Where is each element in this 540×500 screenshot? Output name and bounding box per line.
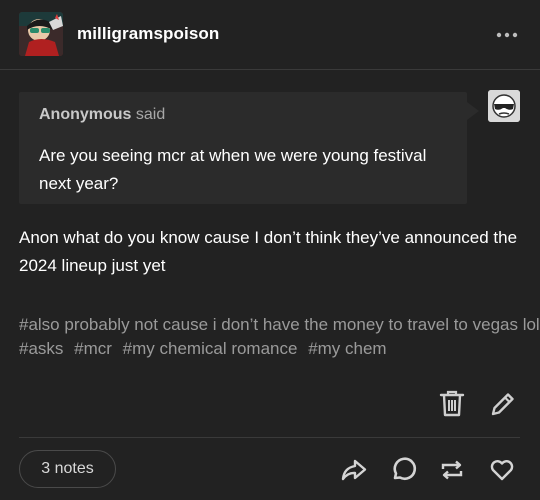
notes-button[interactable]: 3 notes	[19, 450, 116, 488]
footer-divider	[19, 437, 520, 438]
asker-said: said	[135, 106, 166, 123]
post-header: milligramspoison	[0, 0, 540, 70]
pencil-icon	[491, 393, 514, 416]
delete-button[interactable]	[438, 389, 466, 419]
reblog-icon	[441, 460, 463, 480]
tag-link[interactable]: #asks	[19, 339, 63, 358]
anonymous-avatar	[488, 90, 520, 122]
asker-name[interactable]: Anonymous	[39, 106, 131, 123]
ask-question: Are you seeing mcr at when we were young…	[39, 146, 427, 193]
owner-actions	[438, 389, 518, 419]
blog-avatar[interactable]	[19, 12, 63, 56]
edit-button[interactable]	[488, 389, 518, 419]
like-button[interactable]	[488, 456, 516, 484]
reblog-button[interactable]	[438, 456, 466, 484]
answer-text: Anon what do you know cause I don’t thin…	[19, 228, 518, 275]
heart-icon	[490, 460, 514, 481]
reply-button[interactable]	[389, 456, 417, 484]
tag-link[interactable]: #my chem	[308, 339, 386, 358]
tag-link[interactable]: #also probably not cause i don’t have th…	[19, 315, 540, 334]
share-arrow-icon	[341, 459, 367, 481]
trash-icon	[439, 390, 465, 417]
share-button[interactable]	[340, 456, 368, 484]
asker-line: Anonymous said	[39, 106, 165, 124]
anonymous-mask-icon	[488, 90, 520, 122]
ask-bubble: Anonymous said Are you seeing mcr at whe…	[19, 92, 479, 204]
speech-bubble-icon	[393, 457, 417, 481]
blog-name[interactable]: milligramspoison	[77, 24, 219, 44]
more-options-button[interactable]	[494, 26, 524, 44]
avatar-illustration	[19, 12, 63, 56]
more-horizontal-icon	[496, 32, 518, 38]
tag-link[interactable]: #mcr	[74, 339, 112, 358]
tag-link[interactable]: #my chemical romance	[123, 339, 298, 358]
tags-list: #also probably not cause i don’t have th…	[19, 313, 540, 361]
